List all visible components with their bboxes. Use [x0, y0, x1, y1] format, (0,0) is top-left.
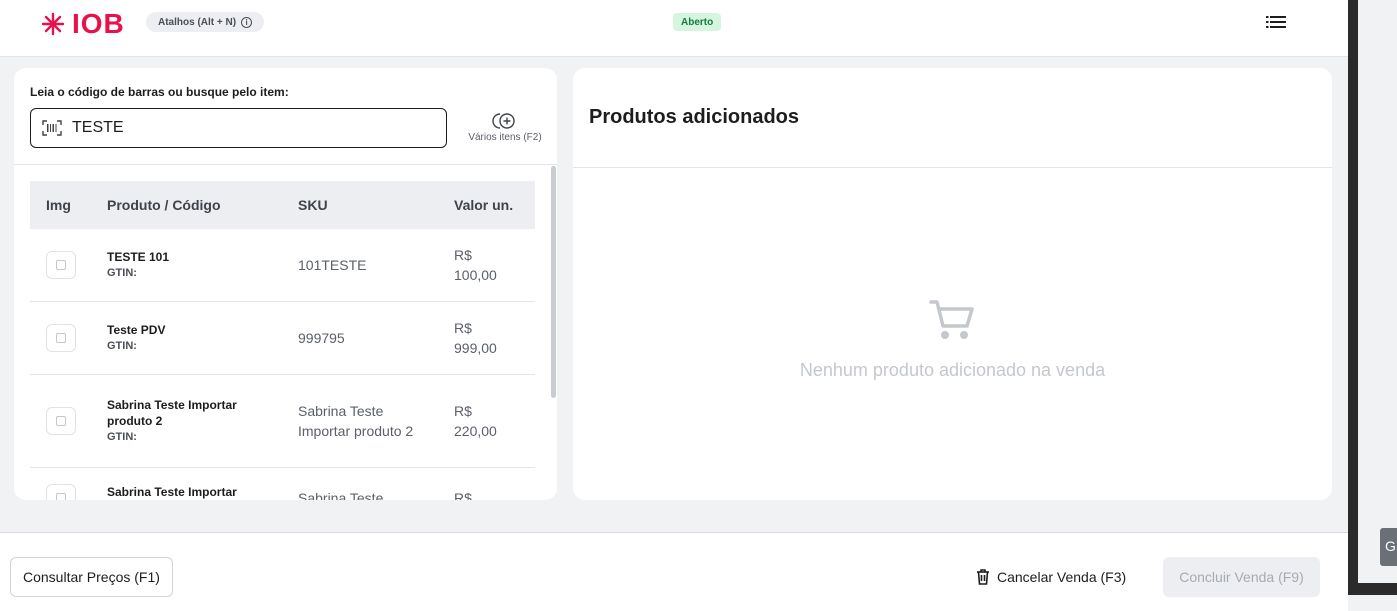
finish-sale-button[interactable]: Concluir Venda (F9)	[1163, 557, 1320, 597]
top-header: IOB Atalhos (Alt + N) i Aberto	[0, 0, 1348, 57]
price-currency: R$	[454, 403, 472, 419]
price-currency: R$	[454, 320, 472, 336]
multi-items-button[interactable]: Vários itens (F2)	[460, 112, 550, 143]
window-edge-dark	[1348, 0, 1358, 595]
cart-title: Produtos adicionados	[589, 106, 800, 128]
shortcuts-chip[interactable]: Atalhos (Alt + N) i	[146, 12, 265, 32]
table-header: Img Produto / Código SKU Valor un.	[30, 181, 535, 229]
price-currency: R$	[454, 490, 472, 500]
product-results-table: Img Produto / Código SKU Valor un. TESTE…	[30, 181, 535, 500]
product-search-panel: Leia o código de barras ou busque pelo i…	[14, 68, 557, 500]
price-amount: 100,00	[454, 267, 497, 283]
barcode-icon	[42, 120, 62, 136]
empty-cart-message: Nenhum produto adicionado na venda	[799, 360, 1106, 380]
image-placeholder-icon	[46, 324, 76, 352]
price-currency: R$	[454, 247, 472, 263]
image-placeholder-icon	[46, 251, 76, 279]
price-amount: 999,00	[454, 340, 497, 356]
image-placeholder-icon	[46, 484, 76, 500]
product-name: Teste PDV	[107, 323, 166, 337]
divider	[573, 167, 1332, 168]
product-gtin: GTIN:	[107, 267, 137, 279]
table-row[interactable]: TESTE 101 GTIN: 101TESTE R$ 100,00	[30, 229, 535, 302]
product-name: TESTE 101	[107, 250, 170, 264]
product-sku: 999795	[298, 330, 345, 346]
product-sku: 101TESTE	[298, 257, 367, 273]
cancel-sale-button[interactable]: Cancelar Venda (F3)	[976, 557, 1126, 597]
window-edge-dark-bottom	[1348, 583, 1397, 595]
price-amount: 220,00	[454, 423, 497, 439]
search-box[interactable]	[30, 108, 447, 148]
product-name: Sabrina Teste Importar	[107, 485, 237, 499]
status-badge: Aberto	[673, 13, 722, 31]
list-menu-icon[interactable]	[1266, 15, 1286, 29]
table-row[interactable]: Teste PDV GTIN: 999795 R$ 999,00	[30, 302, 535, 375]
shortcuts-label: Atalhos (Alt + N)	[158, 16, 237, 28]
search-input[interactable]	[72, 119, 432, 137]
product-gtin: GTIN:	[107, 340, 137, 352]
divider	[14, 164, 557, 165]
pdv-app: IOB Atalhos (Alt + N) i Aberto Leia o có…	[0, 0, 1348, 611]
trash-icon	[977, 569, 989, 585]
cancel-sale-label: Cancelar Venda (F3)	[997, 569, 1127, 585]
sparkle-icon	[41, 12, 65, 36]
product-sku: Sabrina Teste	[298, 490, 384, 500]
header-product: Produto / Código	[107, 197, 221, 213]
side-tab-button[interactable]: G	[1380, 528, 1397, 566]
action-footer: Consultar Preços (F1) Cancelar Venda (F3…	[0, 532, 1348, 611]
header-img: Img	[46, 197, 71, 213]
table-row[interactable]: Sabrina Teste Importar Sabrina Teste R$	[30, 468, 535, 500]
product-gtin: GTIN:	[107, 431, 137, 443]
product-name: Sabrina Teste Importar produto 2	[107, 398, 237, 428]
search-label: Leia o código de barras ou busque pelo i…	[30, 85, 289, 99]
cart-panel: Produtos adicionados Nenhum produto adic…	[573, 68, 1332, 500]
shopping-cart-icon	[929, 300, 974, 339]
table-row[interactable]: Sabrina Teste Importar produto 2 GTIN: S…	[30, 375, 535, 468]
product-sku: Sabrina Teste Importar produto 2	[298, 403, 414, 439]
image-placeholder-icon	[46, 407, 76, 435]
iob-logo[interactable]: IOB	[40, 8, 125, 40]
info-icon: i	[241, 16, 253, 28]
multi-add-icon	[492, 113, 515, 129]
header-value: Valor un.	[454, 197, 514, 213]
header-sku: SKU	[298, 197, 328, 213]
results-scrollbar[interactable]	[551, 166, 556, 398]
multi-items-label: Vários itens (F2)	[468, 132, 542, 143]
logo-text: IOB	[72, 8, 125, 39]
consult-prices-button[interactable]: Consultar Preços (F1)	[10, 557, 173, 597]
